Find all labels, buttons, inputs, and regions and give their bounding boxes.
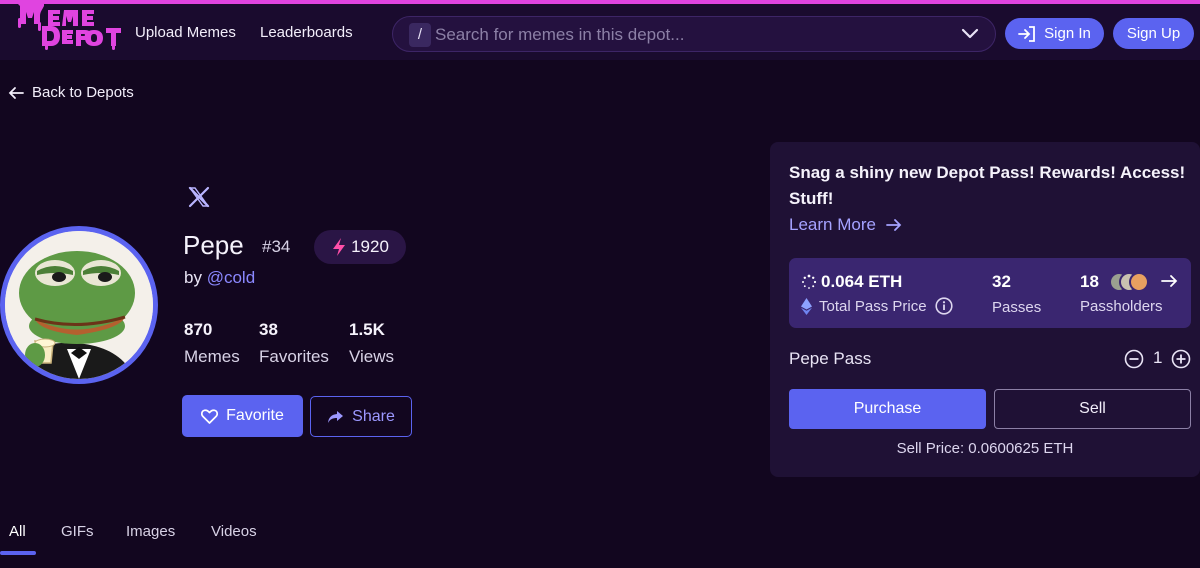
share-label: Share [352, 407, 395, 425]
memes-count: 870 [184, 320, 213, 339]
passholders-count: 18 [1080, 272, 1099, 291]
passes-count: 32 [992, 272, 1011, 291]
arrow-right-icon [886, 219, 902, 231]
learn-more-link[interactable]: Learn More [789, 215, 902, 235]
nav-upload-memes[interactable]: Upload Memes [135, 24, 236, 41]
sign-up-label: Sign Up [1126, 25, 1181, 42]
views-count: 1.5K [349, 320, 385, 339]
score-badge: 1920 [314, 230, 406, 264]
creator-handle-link[interactable]: @cold [207, 268, 255, 287]
back-to-depots-link[interactable]: Back to Depots [8, 84, 134, 101]
purchase-button[interactable]: Purchase [789, 389, 986, 429]
favorites-label: Favorites [259, 347, 329, 366]
meme-depot-logo[interactable] [12, 4, 124, 50]
pass-price-value: 0.064 ETH [821, 272, 903, 291]
share-button[interactable]: Share [310, 396, 412, 437]
passes-label: Passes [992, 299, 1042, 316]
tab-videos[interactable]: Videos [211, 523, 257, 540]
tab-all[interactable]: All [9, 523, 26, 540]
quantity-value: 1 [1153, 348, 1163, 367]
sign-up-button[interactable]: Sign Up [1113, 18, 1194, 49]
pass-promo-text: Snag a shiny new Depot Pass! Rewards! Ac… [789, 163, 1186, 208]
tab-gifs[interactable]: GIFs [61, 523, 94, 540]
quantity-stepper: 1 [1124, 348, 1192, 370]
pass-name: Pepe Pass [789, 349, 872, 368]
depot-avatar [0, 226, 158, 384]
sell-label: Sell [1079, 400, 1106, 417]
score-value: 1920 [351, 237, 389, 256]
holder-avatar [1129, 272, 1149, 292]
share-icon [328, 410, 344, 423]
pass-stats-box[interactable]: 0.064 ETH Total Pass Price 32 Passes 18 … [789, 258, 1191, 328]
favorite-label: Favorite [226, 407, 284, 424]
sign-in-icon [1018, 25, 1036, 42]
favorites-count: 38 [259, 320, 278, 339]
active-tab-indicator [0, 551, 36, 555]
plus-circle-icon[interactable] [1171, 349, 1191, 369]
top-navbar: Upload Memes Leaderboards / Sign In Sign… [0, 0, 1200, 60]
arrow-right-icon[interactable] [1161, 274, 1178, 288]
creator-line: by @cold [184, 268, 255, 288]
passholder-avatars [1109, 272, 1149, 292]
minus-circle-icon[interactable] [1124, 349, 1144, 369]
pass-price-label: Total Pass Price [819, 298, 927, 315]
back-label: Back to Depots [32, 84, 134, 101]
memes-label: Memes [184, 347, 240, 366]
passholders-label: Passholders [1080, 298, 1163, 315]
chevron-down-icon[interactable] [961, 27, 979, 41]
sell-price-text: Sell Price: 0.0600625 ETH [896, 440, 1074, 457]
search-bar[interactable]: / [392, 16, 996, 52]
sell-button[interactable]: Sell [994, 389, 1191, 429]
nav-leaderboards[interactable]: Leaderboards [260, 24, 353, 41]
sign-in-label: Sign In [1044, 25, 1091, 42]
depot-rank: #34 [262, 237, 291, 256]
arrow-left-icon [8, 86, 24, 99]
sign-in-button[interactable]: Sign In [1005, 18, 1104, 49]
depot-title: Pepe [183, 230, 244, 260]
by-prefix: by [184, 268, 202, 287]
heart-icon [201, 408, 219, 424]
search-shortcut-key: / [409, 23, 431, 47]
pepe-avatar-image [5, 231, 153, 379]
loading-spinner-icon [802, 274, 817, 289]
search-input[interactable] [435, 23, 955, 47]
info-icon[interactable] [935, 297, 953, 315]
views-label: Views [349, 347, 395, 366]
ethereum-icon [801, 298, 812, 315]
purchase-label: Purchase [853, 400, 922, 417]
lightning-bolt-icon [333, 238, 346, 256]
learn-more-label: Learn More [789, 215, 876, 234]
x-twitter-icon[interactable] [188, 186, 210, 208]
tab-images[interactable]: Images [126, 523, 175, 540]
depot-pass-panel: Snag a shiny new Depot Pass! Rewards! Ac… [770, 142, 1200, 477]
favorite-button[interactable]: Favorite [182, 395, 303, 437]
